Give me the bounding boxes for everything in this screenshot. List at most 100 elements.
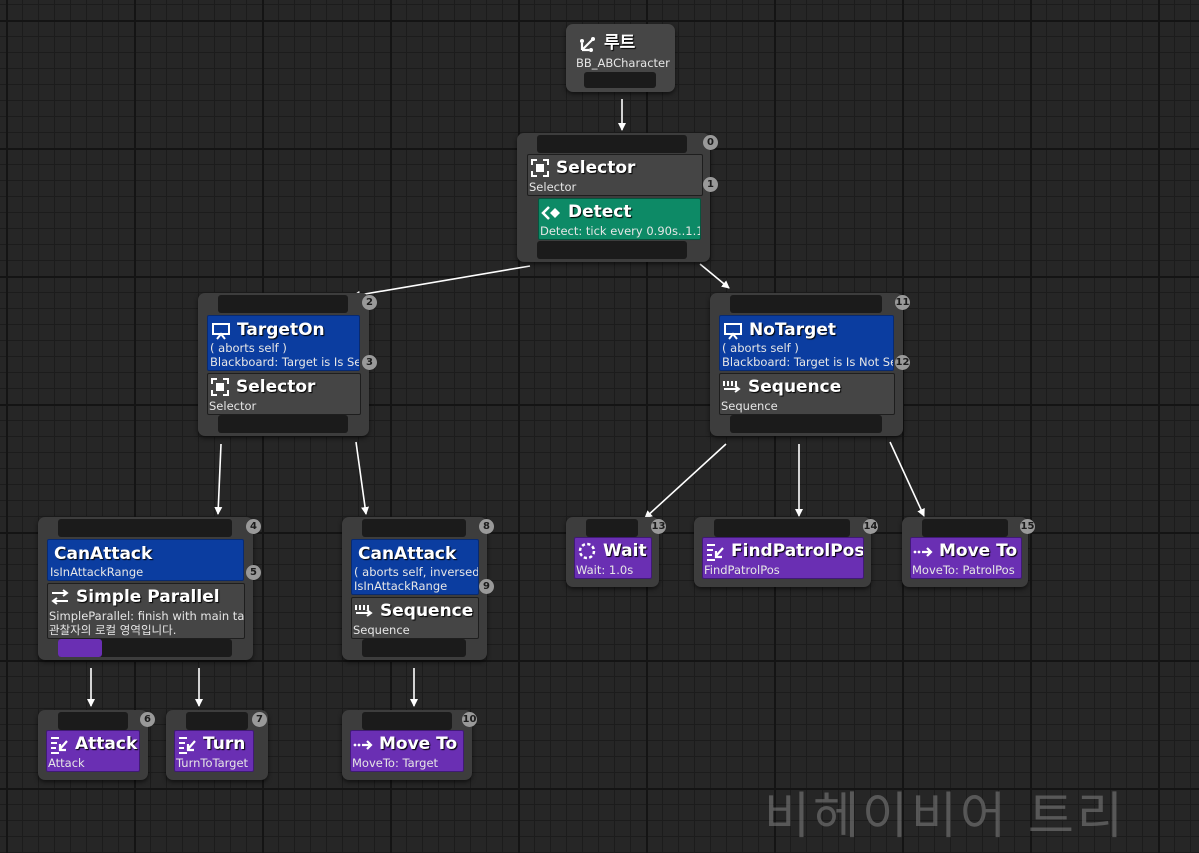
execution-index: 15 [1020, 519, 1035, 534]
canattack-decorator[interactable]: CanAttack IsInAttackRange [47, 539, 244, 581]
output-pin[interactable] [218, 415, 348, 433]
blackboard-icon [212, 323, 230, 340]
turn-task-node[interactable]: Turn TurnToTarget 7 [166, 710, 268, 780]
execution-index: 7 [252, 712, 267, 727]
input-pin[interactable] [922, 519, 1008, 537]
execution-index: 13 [651, 519, 666, 534]
turn-title: Turn [203, 734, 246, 754]
detect-subtitle: Detect: tick every 0.90s..1.10s [540, 224, 701, 238]
wait-icon [578, 542, 596, 560]
attack-task-node[interactable]: Attack Attack 6 [38, 710, 155, 780]
turn-task[interactable]: Turn TurnToTarget [174, 730, 254, 772]
decorator-index: 5 [246, 565, 261, 580]
input-pin[interactable] [58, 519, 232, 537]
canattack-sequence-title: Sequence [380, 601, 474, 621]
wait-title: Wait [603, 541, 647, 561]
canattack-inversed-decorator[interactable]: CanAttack ( aborts self, inversed ) IsIn… [351, 539, 479, 595]
task-icon [707, 544, 724, 561]
attack-task[interactable]: Attack Attack [46, 730, 140, 772]
findpatrolpos-task[interactable]: FindPatrolPos FindPatrolPos [702, 537, 864, 579]
moveto-patrol-subtitle: MoveTo: PatrolPos [912, 563, 1015, 577]
canattack-sequence-composite[interactable]: Sequence Sequence [351, 597, 479, 639]
input-pin[interactable] [362, 519, 466, 537]
wire-targeton-canattack [355, 441, 369, 515]
execution-index: 0 [703, 135, 718, 150]
main-task-pin[interactable] [58, 639, 102, 657]
targeton-selector-composite[interactable]: Selector Selector [207, 373, 361, 415]
simple-parallel-description: 관찰자의 로컬 영역입니다. [49, 623, 177, 637]
canattack-title: CanAttack [54, 544, 153, 564]
moveto-patrol-task-node[interactable]: Move To MoveTo: PatrolPos 15 [902, 517, 1035, 587]
moveto-target-task-node[interactable]: Move To MoveTo: Target 10 [342, 710, 477, 780]
detect-title: Detect [568, 202, 632, 222]
targeton-decorator[interactable]: TargetOn ( aborts self ) Blackboard: Tar… [207, 315, 360, 371]
wait-task-node[interactable]: Wait Wait: 1.0s 13 [566, 517, 666, 587]
output-pin[interactable] [537, 241, 687, 259]
sequence-icon [723, 381, 741, 393]
input-pin[interactable] [714, 519, 850, 537]
notarget-aborts: ( aborts self ) [722, 341, 799, 355]
notarget-sequence-title: Sequence [748, 377, 842, 397]
service-icon [541, 206, 560, 220]
wait-task[interactable]: Wait Wait: 1.0s [574, 537, 652, 579]
execution-index: 6 [140, 712, 155, 727]
simple-parallel-title: Simple Parallel [76, 587, 220, 607]
targeton-selector-node[interactable]: TargetOn ( aborts self ) Blackboard: Tar… [198, 293, 377, 436]
moveto-patrol-task[interactable]: Move To MoveTo: PatrolPos [910, 537, 1022, 579]
root-output-pin[interactable] [584, 72, 656, 88]
detect-service[interactable]: Detect Detect: tick every 0.90s..1.10s [538, 198, 701, 240]
findpatrolpos-task-node[interactable]: FindPatrolPos FindPatrolPos 14 [694, 517, 878, 587]
notarget-sequence-node[interactable]: NoTarget ( aborts self ) Blackboard: Tar… [710, 293, 910, 436]
parallel-icon [51, 589, 69, 605]
root-node[interactable]: 루트 BB_ABCharacter [566, 24, 675, 92]
output-pin[interactable] [730, 415, 882, 433]
decorator-index: 9 [479, 579, 494, 594]
input-pin[interactable] [537, 135, 687, 153]
simple-parallel-composite[interactable]: Simple Parallel SimpleParallel: finish w… [47, 583, 245, 639]
notarget-sequence-subtitle: Sequence [721, 399, 778, 413]
targeton-selector-title: Selector [236, 377, 316, 397]
wire-notarget-wait [644, 443, 727, 519]
canattack-subtitle: IsInAttackRange [50, 565, 144, 579]
targeton-condition: Blackboard: Target is Is Set [210, 355, 360, 369]
root-title: 루트 [604, 33, 636, 53]
wire-selector-targeton [352, 265, 531, 299]
moveto-icon [353, 740, 373, 750]
wire-notarget-moveto [889, 441, 925, 517]
attack-subtitle: Attack [48, 756, 85, 770]
wire-targeton-parallel [214, 443, 223, 515]
canattack-sequence-node[interactable]: CanAttack ( aborts self, inversed ) IsIn… [342, 517, 494, 660]
moveto-target-task[interactable]: Move To MoveTo: Target [350, 730, 464, 772]
output-pin[interactable] [362, 639, 466, 657]
simple-parallel-node[interactable]: CanAttack IsInAttackRange Simple Paralle… [38, 517, 261, 660]
execution-index: 10 [462, 712, 477, 727]
input-pin[interactable] [586, 519, 638, 537]
canattack-aborts: ( aborts self, inversed ) [354, 565, 479, 579]
selector-subtitle: Selector [529, 180, 577, 194]
task-icon [179, 737, 196, 754]
selector-composite[interactable]: Selector Selector [527, 154, 703, 196]
input-pin[interactable] [362, 712, 452, 730]
execution-index: 2 [362, 295, 377, 310]
decorator-index: 12 [895, 355, 910, 370]
selector-icon [531, 159, 549, 177]
targeton-title: TargetOn [237, 320, 325, 340]
input-pin[interactable] [218, 295, 348, 313]
targeton-aborts: ( aborts self ) [210, 341, 287, 355]
selector-node[interactable]: Selector Selector Detect Detect: tick ev… [517, 133, 718, 262]
notarget-condition: Blackboard: Target is Is Not Set [722, 355, 894, 369]
notarget-sequence-composite[interactable]: Sequence Sequence [719, 373, 895, 415]
wire-selector-notarget [699, 263, 730, 289]
input-pin[interactable] [186, 712, 248, 730]
moveto-target-subtitle: MoveTo: Target [352, 756, 439, 770]
targeton-selector-subtitle: Selector [209, 399, 257, 413]
moveto-patrol-title: Move To [939, 541, 1018, 561]
execution-index: 8 [479, 519, 494, 534]
root-blackboard: BB_ABCharacter [576, 56, 670, 70]
notarget-decorator[interactable]: NoTarget ( aborts self ) Blackboard: Tar… [719, 315, 894, 371]
findpatrolpos-subtitle: FindPatrolPos [704, 563, 780, 577]
input-pin[interactable] [730, 295, 882, 313]
input-pin[interactable] [58, 712, 128, 730]
moveto-target-title: Move To [379, 734, 458, 754]
root-icon [580, 37, 595, 52]
